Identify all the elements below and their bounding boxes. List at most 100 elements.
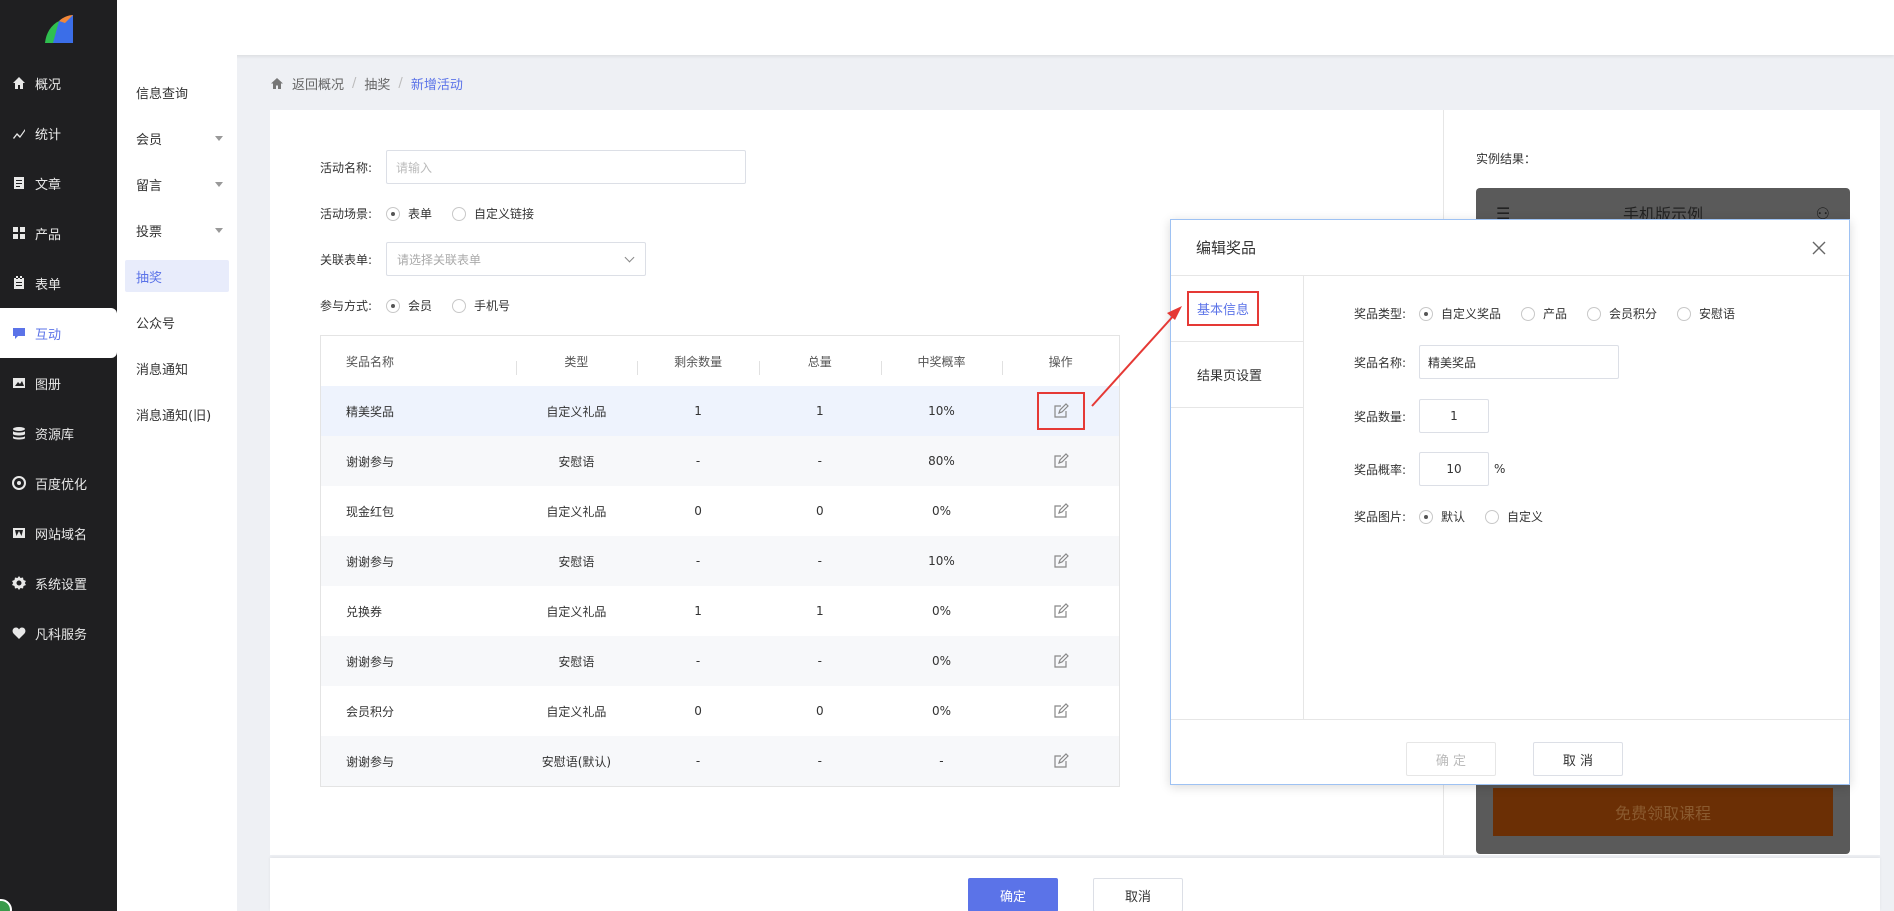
sidebar-item[interactable]: 资源库 bbox=[0, 408, 117, 458]
home-icon[interactable] bbox=[270, 77, 284, 90]
chevron-down-icon bbox=[624, 252, 635, 262]
table-cell: 1 bbox=[694, 604, 702, 618]
edit-icon[interactable] bbox=[1052, 602, 1070, 620]
table-cell: 1 bbox=[815, 604, 824, 618]
radio-dot bbox=[1419, 306, 1433, 321]
sidebar-item[interactable]: 文章 bbox=[0, 158, 117, 208]
image-default-radio[interactable]: 默认 bbox=[1419, 508, 1465, 525]
sidebar-item[interactable]: 统计 bbox=[0, 108, 117, 158]
linked-form-select[interactable]: 请选择关联表单 bbox=[386, 242, 646, 276]
bottom-action-bar bbox=[270, 858, 1880, 911]
sidebar-item[interactable]: 凡科服务 bbox=[0, 608, 117, 658]
join-phone-radio[interactable]: 手机号 bbox=[452, 297, 510, 314]
sidebar-item-label: 文章 bbox=[35, 177, 62, 193]
product-icon bbox=[12, 226, 26, 240]
submenu-item[interactable]: 公众号 bbox=[117, 299, 237, 345]
table-cell: 1 bbox=[694, 404, 702, 418]
edit-icon[interactable] bbox=[1052, 652, 1070, 670]
submenu-item[interactable]: 消息通知(旧) bbox=[117, 391, 237, 437]
edit-icon[interactable] bbox=[1052, 552, 1070, 570]
breadcrumb-parent-link[interactable]: 抽奖 bbox=[364, 74, 390, 93]
prize-rate-input[interactable]: 10 bbox=[1419, 452, 1489, 486]
type-custom-radio[interactable]: 自定义奖品 bbox=[1419, 305, 1501, 322]
breadcrumb-back-link[interactable]: 返回概况 bbox=[292, 74, 344, 93]
breadcrumb-current: 新增活动 bbox=[410, 78, 463, 93]
radio-label: 表单 bbox=[408, 207, 433, 221]
sidebar-item-label: 百度优化 bbox=[35, 477, 88, 493]
type-product-radio[interactable]: 产品 bbox=[1521, 305, 1567, 322]
prize-name-row: 奖品名称: 精美奖品 bbox=[1354, 345, 1619, 379]
table-cell: 谢谢参与 bbox=[346, 654, 395, 669]
cancel-button[interactable]: 取消 bbox=[1093, 878, 1183, 911]
sidebar-item[interactable]: 系统设置 bbox=[0, 558, 117, 608]
preview-label: 实例结果： bbox=[1476, 152, 1537, 166]
table-cell-actions bbox=[1002, 552, 1119, 570]
sidebar-item[interactable]: 产品 bbox=[0, 208, 117, 258]
prize-rate-row: 奖品概率: 10 % bbox=[1354, 452, 1505, 486]
sidebar-item[interactable]: 网站域名 bbox=[0, 508, 117, 558]
table-cell-actions bbox=[1002, 452, 1119, 470]
join-method-row: 参与方式: 会员 手机号 bbox=[320, 297, 530, 314]
sidebar-item[interactable]: 百度优化 bbox=[0, 458, 117, 508]
scene-form-radio[interactable]: 表单 bbox=[386, 205, 432, 222]
type-consolation-radio[interactable]: 安慰语 bbox=[1677, 305, 1735, 322]
submenu-item[interactable]: 投票 bbox=[117, 207, 237, 253]
edit-icon[interactable] bbox=[1052, 752, 1070, 770]
modal-footer: 确 定 取 消 bbox=[1171, 719, 1849, 785]
tab-basic-info[interactable]: 基本信息 bbox=[1171, 276, 1303, 342]
close-icon[interactable] bbox=[1811, 240, 1827, 256]
submenu-item[interactable]: 留言 bbox=[117, 161, 237, 207]
sidebar-item-label: 系统设置 bbox=[35, 577, 88, 593]
prize-rate-unit: % bbox=[1494, 462, 1506, 476]
table-cell: - bbox=[817, 654, 822, 668]
sidebar-item[interactable]: 图册 bbox=[0, 358, 117, 408]
submenu-item[interactable]: 信息查询 bbox=[117, 69, 237, 115]
submenu-item[interactable]: 会员 bbox=[117, 115, 237, 161]
table-cell: 自定义礼品 bbox=[546, 504, 607, 519]
submenu-item[interactable]: 消息通知 bbox=[117, 345, 237, 391]
sidebar-item[interactable]: 表单 bbox=[0, 258, 117, 308]
logo bbox=[0, 0, 117, 58]
sidebar-item[interactable]: 互动 bbox=[0, 308, 117, 358]
gear-icon bbox=[12, 576, 26, 590]
table-row: 兑换券 自定义礼品 1 1 0% bbox=[321, 586, 1119, 636]
linked-form-placeholder: 请选择关联表单 bbox=[397, 252, 482, 267]
submenu-item[interactable]: 抽奖 bbox=[125, 260, 229, 292]
confirm-button[interactable]: 确定 bbox=[968, 878, 1058, 911]
prize-name-input[interactable]: 精美奖品 bbox=[1419, 345, 1619, 379]
table-row: 谢谢参与 安慰语 - - 80% bbox=[321, 436, 1119, 486]
edit-icon[interactable] bbox=[1052, 402, 1070, 420]
table-row: 现金红包 自定义礼品 0 0 0% bbox=[321, 486, 1119, 536]
edit-icon[interactable] bbox=[1052, 702, 1070, 720]
radio-label: 会员 bbox=[408, 299, 433, 313]
breadcrumb-separator: / bbox=[352, 76, 357, 91]
table-cell: 兑换券 bbox=[346, 604, 383, 619]
column-header: 奖品名称 bbox=[346, 354, 395, 369]
prize-name-value: 精美奖品 bbox=[1428, 355, 1477, 370]
activity-name-input[interactable]: 请输入 bbox=[386, 150, 746, 184]
column-header: 操作 bbox=[1002, 353, 1119, 375]
image-custom-radio[interactable]: 自定义 bbox=[1485, 508, 1543, 525]
scene-custom-link-radio[interactable]: 自定义链接 bbox=[452, 205, 534, 222]
edit-icon[interactable] bbox=[1052, 452, 1070, 470]
radio-dot bbox=[1419, 509, 1433, 524]
table-cell: - bbox=[817, 554, 822, 568]
top-bar bbox=[117, 0, 1894, 55]
sidebar-item-label: 互动 bbox=[35, 327, 62, 343]
prize-count-input[interactable]: 1 bbox=[1419, 399, 1489, 433]
avatar[interactable] bbox=[0, 899, 12, 911]
modal-cancel-button[interactable]: 取 消 bbox=[1533, 742, 1623, 776]
table-cell: 自定义礼品 bbox=[546, 404, 607, 419]
caret-down-icon bbox=[215, 227, 223, 233]
tab-result-page-label: 结果页设置 bbox=[1197, 369, 1263, 384]
prize-rate-value: 10 bbox=[1446, 462, 1462, 476]
table-row: 会员积分 自定义礼品 0 0 0% bbox=[321, 686, 1119, 736]
sidebar-item[interactable]: 概况 bbox=[0, 58, 117, 108]
activity-scene-label: 活动场景: bbox=[320, 207, 373, 221]
type-points-radio[interactable]: 会员积分 bbox=[1587, 305, 1657, 322]
tab-result-page[interactable]: 结果页设置 bbox=[1171, 342, 1303, 408]
modal-confirm-button[interactable]: 确 定 bbox=[1406, 742, 1496, 776]
join-member-radio[interactable]: 会员 bbox=[386, 297, 432, 314]
edit-icon[interactable] bbox=[1052, 502, 1070, 520]
table-row: 谢谢参与 安慰语 - - 0% bbox=[321, 636, 1119, 686]
